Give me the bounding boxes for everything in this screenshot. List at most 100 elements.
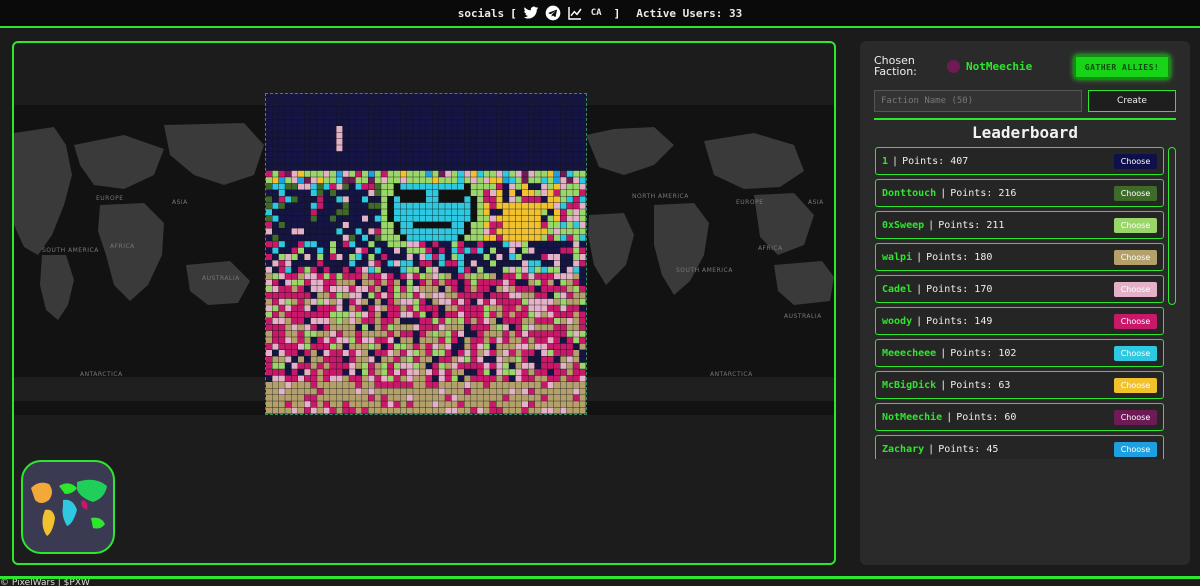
pixel[interactable] bbox=[381, 388, 388, 395]
pixel[interactable] bbox=[541, 305, 548, 312]
pixel[interactable] bbox=[374, 183, 381, 190]
pixel[interactable] bbox=[554, 209, 560, 216]
pixel[interactable] bbox=[266, 222, 272, 228]
pixel[interactable] bbox=[509, 190, 516, 196]
pixel[interactable] bbox=[534, 286, 541, 292]
pixel[interactable] bbox=[285, 279, 292, 286]
pixel[interactable] bbox=[266, 394, 272, 401]
pixel[interactable] bbox=[477, 273, 484, 280]
pixel[interactable] bbox=[394, 106, 400, 113]
pixel[interactable] bbox=[445, 170, 452, 177]
pixel[interactable] bbox=[387, 330, 394, 337]
pixel[interactable] bbox=[272, 324, 279, 331]
pixel[interactable] bbox=[304, 177, 311, 184]
pixel[interactable] bbox=[413, 202, 420, 209]
pixel[interactable] bbox=[502, 209, 509, 216]
pixel[interactable] bbox=[387, 394, 394, 401]
pixel[interactable] bbox=[310, 362, 317, 369]
pixel[interactable] bbox=[528, 247, 535, 254]
pixel[interactable] bbox=[483, 356, 490, 363]
pixel[interactable] bbox=[336, 164, 343, 171]
pixel[interactable] bbox=[502, 215, 509, 222]
pixel[interactable] bbox=[323, 170, 330, 177]
pixel[interactable] bbox=[298, 292, 304, 299]
pixel[interactable] bbox=[387, 100, 394, 107]
pixel[interactable] bbox=[298, 202, 304, 209]
pixel[interactable] bbox=[406, 254, 413, 260]
pixel[interactable] bbox=[534, 215, 541, 222]
pixel[interactable] bbox=[362, 382, 368, 388]
pixel[interactable] bbox=[490, 286, 496, 292]
pixel[interactable] bbox=[579, 132, 586, 139]
pixel[interactable] bbox=[272, 318, 279, 324]
pixel[interactable] bbox=[451, 356, 458, 363]
pixel[interactable] bbox=[349, 164, 356, 171]
pixel[interactable] bbox=[509, 222, 516, 228]
pixel[interactable] bbox=[458, 100, 464, 107]
pixel[interactable] bbox=[419, 106, 426, 113]
pixel[interactable] bbox=[438, 113, 445, 120]
pixel[interactable] bbox=[554, 356, 560, 363]
pixel[interactable] bbox=[547, 119, 554, 126]
pixel[interactable] bbox=[272, 100, 279, 107]
pixel[interactable] bbox=[458, 202, 464, 209]
pixel[interactable] bbox=[336, 279, 343, 286]
pixel[interactable] bbox=[483, 254, 490, 260]
pixel[interactable] bbox=[381, 247, 388, 254]
pixel[interactable] bbox=[323, 273, 330, 280]
pixel[interactable] bbox=[528, 292, 535, 299]
pixel[interactable] bbox=[554, 318, 560, 324]
pixel[interactable] bbox=[336, 305, 343, 312]
pixel[interactable] bbox=[368, 228, 375, 235]
pixel[interactable] bbox=[330, 177, 336, 184]
pixel[interactable] bbox=[528, 273, 535, 280]
pixel[interactable] bbox=[451, 369, 458, 376]
pixel[interactable] bbox=[458, 222, 464, 228]
pixel[interactable] bbox=[541, 407, 548, 414]
pixel[interactable] bbox=[330, 286, 336, 292]
pixel[interactable] bbox=[323, 241, 330, 248]
pixel[interactable] bbox=[438, 106, 445, 113]
pixel[interactable] bbox=[566, 350, 573, 356]
pixel[interactable] bbox=[432, 254, 439, 260]
pixel[interactable] bbox=[534, 318, 541, 324]
pixel[interactable] bbox=[266, 113, 272, 120]
pixel[interactable] bbox=[355, 401, 362, 408]
pixel[interactable] bbox=[509, 234, 516, 241]
pixel[interactable] bbox=[368, 343, 375, 350]
pixel[interactable] bbox=[266, 324, 272, 331]
pixel[interactable] bbox=[304, 228, 311, 235]
pixel[interactable] bbox=[458, 369, 464, 376]
pixel[interactable] bbox=[458, 94, 464, 100]
pixel[interactable] bbox=[490, 234, 496, 241]
pixel[interactable] bbox=[477, 126, 484, 132]
pixel[interactable] bbox=[566, 318, 573, 324]
pixel[interactable] bbox=[336, 266, 343, 273]
pixel[interactable] bbox=[496, 292, 503, 299]
pixel[interactable] bbox=[470, 222, 477, 228]
pixel[interactable] bbox=[560, 382, 567, 388]
pixel[interactable] bbox=[394, 311, 400, 318]
pixel[interactable] bbox=[541, 356, 548, 363]
pixel[interactable] bbox=[458, 260, 464, 267]
pixel[interactable] bbox=[400, 343, 407, 350]
pixel[interactable] bbox=[381, 119, 388, 126]
pixel[interactable] bbox=[419, 394, 426, 401]
pixel[interactable] bbox=[298, 279, 304, 286]
pixel[interactable] bbox=[496, 356, 503, 363]
pixel[interactable] bbox=[355, 196, 362, 203]
pixel[interactable] bbox=[278, 190, 285, 196]
pixel[interactable] bbox=[342, 318, 349, 324]
pixel[interactable] bbox=[317, 247, 324, 254]
pixel[interactable] bbox=[278, 247, 285, 254]
pixel[interactable] bbox=[534, 94, 541, 100]
pixel[interactable] bbox=[573, 241, 580, 248]
pixel[interactable] bbox=[400, 202, 407, 209]
pixel[interactable] bbox=[541, 324, 548, 331]
pixel[interactable] bbox=[266, 388, 272, 395]
pixel[interactable] bbox=[310, 260, 317, 267]
pixel[interactable] bbox=[330, 241, 336, 248]
pixel[interactable] bbox=[336, 298, 343, 305]
pixel[interactable] bbox=[464, 305, 471, 312]
pixel[interactable] bbox=[458, 350, 464, 356]
